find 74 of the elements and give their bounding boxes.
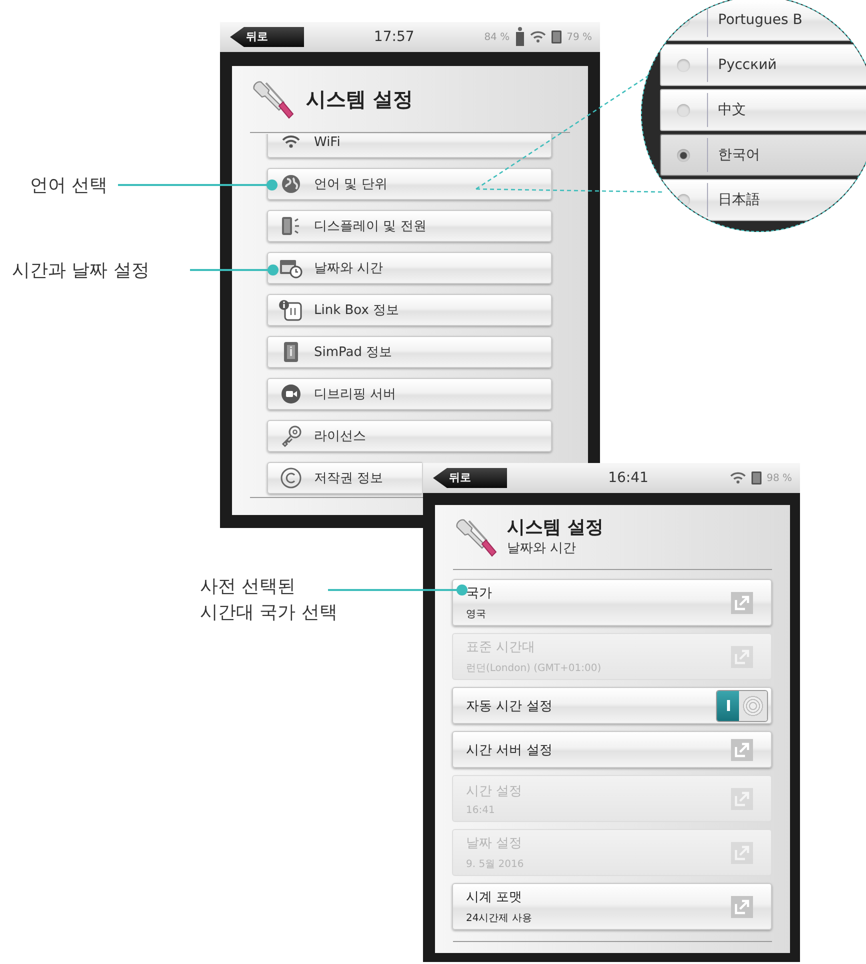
language-label: Portugues B	[718, 12, 802, 28]
menu-item[interactable]: 디브리핑 서버	[267, 378, 552, 410]
menu-item-label: WiFi	[314, 134, 340, 150]
language-label: 中文	[718, 101, 746, 119]
globe-icon	[281, 174, 301, 194]
back-button[interactable]: 뒤로	[230, 27, 304, 47]
setting-row[interactable]: 시간 서버 설정	[452, 731, 772, 768]
calendar-clock-icon	[279, 257, 303, 279]
battery-level: 98 %	[766, 472, 792, 484]
radio-button[interactable]	[677, 58, 690, 72]
menu-item-label: 디스플레이 및 전원	[314, 218, 426, 235]
language-label: 한국어	[718, 146, 760, 164]
menu-item[interactable]: WiFi	[267, 134, 552, 158]
info-tablet-icon	[282, 341, 300, 363]
menu-item[interactable]: SimPad 정보	[267, 336, 552, 368]
language-option[interactable]: 中文	[660, 89, 866, 131]
battery-icon	[750, 471, 762, 485]
menu-item-label: 라이선스	[314, 428, 366, 445]
language-option[interactable]: 한국어	[660, 134, 866, 176]
battery-icon	[550, 30, 562, 44]
callout-text: 사전 선택된 시간대 국가 선택	[200, 575, 338, 625]
setting-value: 영국	[466, 608, 487, 621]
menu-item[interactable]: 디스플레이 및 전원	[267, 210, 552, 242]
display-icon	[280, 215, 302, 237]
setting-label: 시간 설정	[466, 782, 522, 800]
key-icon	[280, 425, 302, 447]
menu-item[interactable]: Link Box 정보	[267, 294, 552, 326]
setting-label: 시간 서버 설정	[466, 742, 552, 758]
language-label: 日本語	[718, 191, 760, 209]
clock-time: 16:41	[607, 470, 650, 486]
wifi-icon	[530, 31, 546, 43]
clock-time: 17:57	[372, 29, 416, 45]
setting-label: 표준 시간대	[466, 639, 536, 656]
screen-title: 시스템 설정	[306, 86, 413, 112]
menu-item-label: Link Box 정보	[314, 302, 400, 319]
menu-item[interactable]: 날짜와 시간	[267, 252, 552, 284]
radio-button[interactable]	[677, 104, 690, 116]
callout-text: 시간과 날짜 설정	[12, 259, 150, 283]
screen-subtitle: 날짜와 시간	[507, 540, 578, 557]
external-link-icon[interactable]	[731, 592, 753, 614]
device-icon	[514, 27, 525, 47]
wifi-icon	[281, 135, 301, 149]
battery-level: 79 %	[566, 32, 592, 42]
menu-item[interactable]: 저작권 정보	[267, 462, 422, 494]
screen-title: 시스템 설정	[507, 517, 604, 539]
setting-row[interactable]: 국가 영국	[452, 579, 772, 626]
setting-label: 자동 시간 설정	[466, 698, 552, 714]
external-link-icon[interactable]	[731, 896, 753, 918]
radio-button[interactable]	[677, 194, 690, 206]
menu-item-label: 언어 및 단위	[314, 176, 388, 193]
video-camera-icon	[281, 384, 301, 404]
wifi-icon	[730, 472, 746, 484]
link-battery-level: 84 %	[484, 32, 510, 42]
menu-item[interactable]: 라이선스	[267, 420, 552, 452]
menu-item[interactable]: 언어 및 단위	[267, 168, 552, 200]
setting-label: 시계 포맷	[466, 889, 524, 906]
external-link-icon[interactable]	[731, 738, 753, 760]
toggle-switch[interactable]	[716, 690, 768, 722]
setting-row[interactable]: 시계 포맷 24시간제 사용	[452, 883, 772, 930]
menu-item-label: SimPad 정보	[314, 344, 392, 361]
language-option[interactable]: Русский	[660, 44, 866, 86]
info-device-icon	[278, 299, 304, 321]
radio-button[interactable]	[677, 148, 690, 162]
back-button[interactable]: 뒤로	[433, 468, 507, 488]
setting-row[interactable]: 자동 시간 설정	[452, 687, 772, 724]
copyright-icon	[280, 467, 302, 489]
menu-item-label: 저작권 정보	[314, 470, 384, 487]
callout-text: 언어 선택	[30, 174, 108, 198]
menu-item-label: 디브리핑 서버	[314, 386, 396, 403]
language-label: Русский	[718, 57, 777, 73]
setting-label: 국가	[466, 585, 492, 602]
setting-value: 24시간제 사용	[466, 912, 532, 925]
menu-item-label: 날짜와 시간	[314, 260, 384, 277]
setting-label: 날짜 설정	[466, 835, 524, 852]
